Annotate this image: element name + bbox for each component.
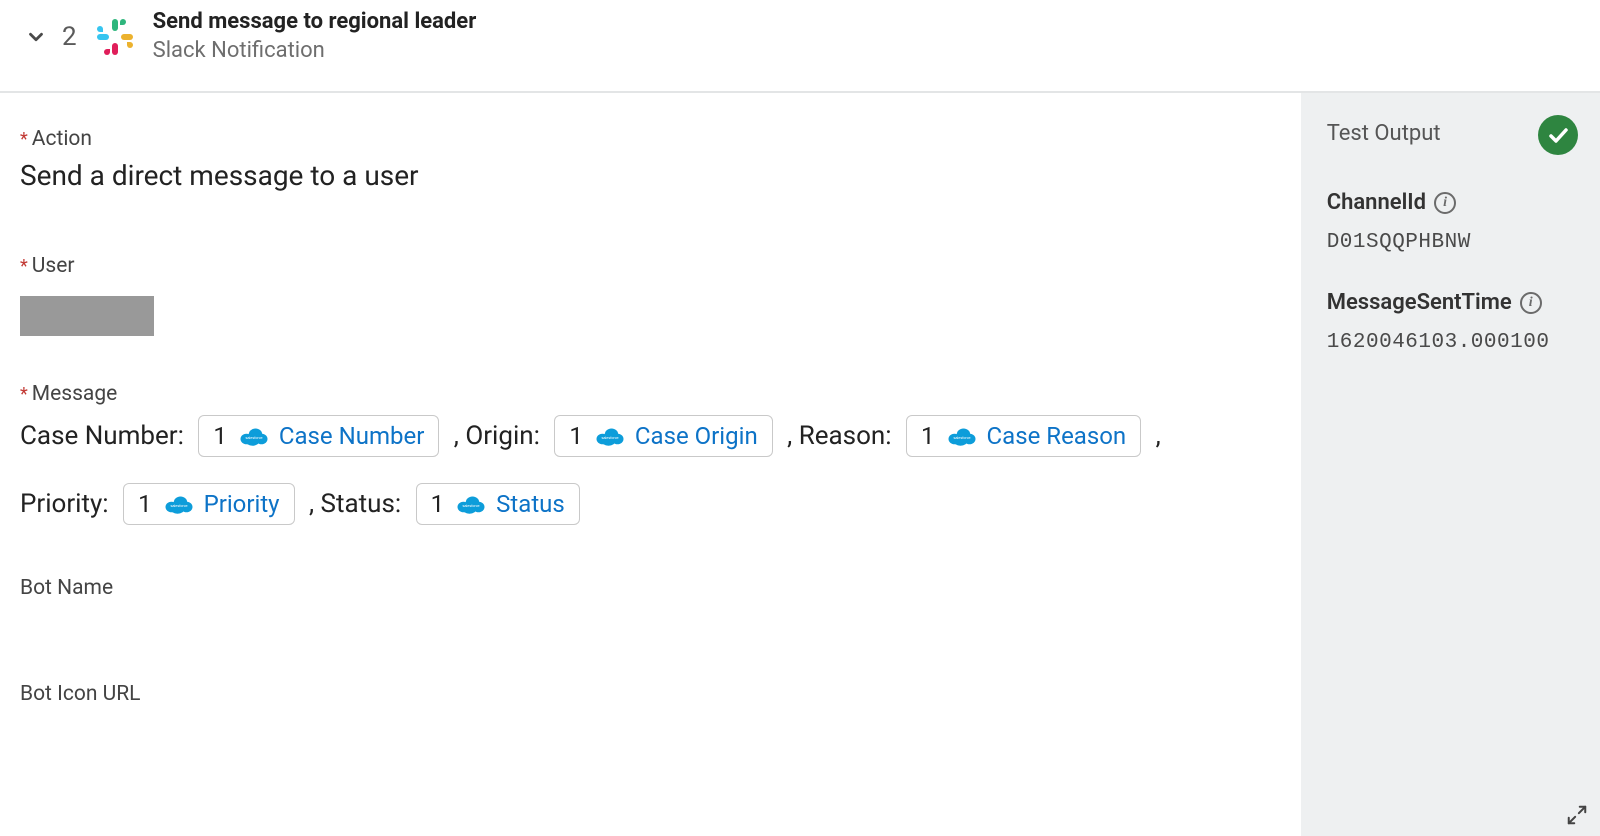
pill-label: Case Number	[279, 412, 424, 460]
salesforce-icon: salesforce	[456, 494, 486, 514]
test-output-title: Test Output	[1327, 121, 1574, 146]
step-title: Send message to regional leader	[153, 10, 477, 34]
action-label: Action	[20, 127, 1281, 151]
slack-icon	[95, 17, 135, 57]
svg-text:salesforce: salesforce	[463, 504, 480, 508]
field-pill[interactable]: 1 salesforce Case Reason	[906, 415, 1141, 457]
salesforce-icon: salesforce	[595, 426, 625, 446]
user-label: User	[20, 254, 1281, 278]
step-number: 2	[62, 22, 77, 52]
svg-text:salesforce: salesforce	[601, 436, 618, 440]
pill-index: 1	[921, 412, 935, 460]
pill-index: 1	[138, 480, 152, 528]
message-text: , Status:	[303, 480, 408, 528]
output-field-label: MessageSentTimei	[1327, 290, 1542, 315]
success-check-icon	[1538, 115, 1578, 155]
info-icon[interactable]: i	[1434, 192, 1456, 214]
field-pill[interactable]: 1 salesforce Status	[416, 483, 580, 525]
message-text: ,	[1149, 412, 1167, 460]
svg-text:salesforce: salesforce	[170, 504, 187, 508]
message-label: Message	[20, 382, 1281, 406]
form-column: Action Send a direct message to a user U…	[0, 93, 1301, 836]
output-field-value: 1620046103.000100	[1327, 331, 1574, 354]
step-subtitle: Slack Notification	[153, 38, 477, 63]
user-field[interactable]	[20, 296, 154, 336]
bot-name-label: Bot Name	[20, 576, 1281, 600]
field-pill[interactable]: 1 salesforce Case Origin	[554, 415, 772, 457]
pill-label: Case Origin	[635, 412, 758, 460]
message-field[interactable]: Case Number: 1 salesforce Case Number , Or…	[20, 412, 1281, 528]
svg-text:salesforce: salesforce	[953, 436, 970, 440]
message-text: Priority:	[20, 480, 115, 528]
pill-index: 1	[213, 412, 227, 460]
test-output-panel: Test Output ChannelIdi D01SQQPHBNW Message…	[1301, 93, 1600, 836]
message-text: , Origin:	[447, 412, 546, 460]
pill-index: 1	[569, 412, 583, 460]
message-text: , Reason:	[781, 412, 898, 460]
salesforce-icon: salesforce	[164, 494, 194, 514]
salesforce-icon: salesforce	[239, 426, 269, 446]
output-field-label: ChannelIdi	[1327, 190, 1456, 215]
chevron-down-icon[interactable]	[24, 25, 48, 49]
action-value[interactable]: Send a direct message to a user	[20, 159, 1281, 192]
step-header: 2 Send message to regional leader Slack …	[0, 0, 1600, 93]
svg-text:salesforce: salesforce	[245, 436, 262, 440]
info-icon[interactable]: i	[1520, 292, 1542, 314]
pill-label: Status	[496, 480, 565, 528]
output-field-value: D01SQQPHBNW	[1327, 231, 1574, 254]
field-pill[interactable]: 1 salesforce Priority	[123, 483, 294, 525]
bot-icon-url-label: Bot Icon URL	[20, 682, 1281, 706]
message-text: Case Number:	[20, 412, 190, 460]
field-pill[interactable]: 1 salesforce Case Number	[198, 415, 439, 457]
pill-label: Case Reason	[987, 412, 1127, 460]
salesforce-icon: salesforce	[947, 426, 977, 446]
pill-label: Priority	[204, 480, 280, 528]
pill-index: 1	[431, 480, 445, 528]
expand-icon[interactable]	[1566, 804, 1588, 826]
